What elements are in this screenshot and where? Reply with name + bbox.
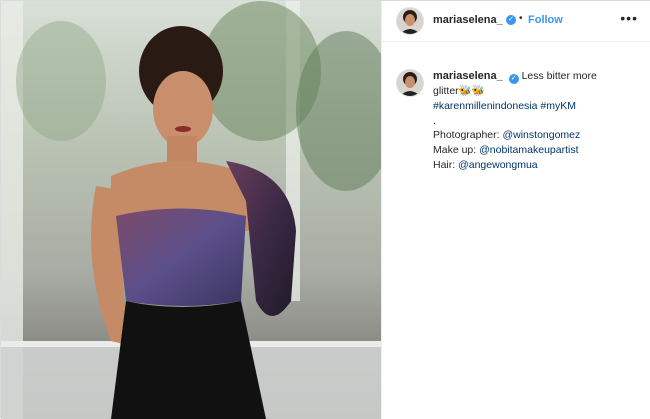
post-side-panel: mariaselena_ ✓ • Follow ••• mariaselena_…	[381, 1, 650, 419]
caption-text-line1: Less bitter more	[521, 70, 597, 82]
caption-first-line: mariaselena_ ✓ Less bitter more	[433, 69, 638, 84]
post-header: mariaselena_ ✓ • Follow •••	[382, 1, 650, 42]
makeup-label: Make up:	[433, 144, 477, 157]
avatar[interactable]	[396, 7, 424, 35]
follow-button[interactable]: Follow	[528, 14, 563, 26]
caption-avatar-image	[397, 70, 423, 96]
hair-handle-link[interactable]: @angewongmua	[458, 159, 538, 171]
separator-dot: •	[519, 13, 523, 24]
photographer-label: Photographer:	[433, 129, 500, 142]
caption-makeup-line: Make up: @nobitamakeupartist	[433, 143, 638, 158]
caption-hair-line: Hair: @angewongmua	[433, 158, 638, 173]
caption-photographer-line: Photographer: @winstongomez	[433, 128, 638, 143]
post-photo-illustration	[1, 1, 381, 419]
caption-dot-line: .	[433, 114, 436, 127]
instagram-post: mariaselena_ ✓ • Follow ••• mariaselena_…	[0, 0, 650, 419]
makeup-handle-link[interactable]: @nobitamakeupartist	[479, 144, 578, 156]
caption-username[interactable]: mariaselena_	[433, 70, 503, 82]
caption-text-line2: glitter🐝🐝	[433, 85, 485, 97]
post-photo[interactable]	[1, 1, 381, 419]
caption-avatar[interactable]	[396, 69, 424, 97]
verified-badge-icon: ✓	[506, 15, 516, 25]
avatar-image	[397, 8, 423, 34]
caption-text: mariaselena_ ✓ Less bitter more glitter🐝…	[433, 69, 638, 173]
more-options-icon[interactable]: •••	[620, 11, 638, 25]
header-username[interactable]: mariaselena_	[433, 14, 503, 26]
photographer-handle-link[interactable]: @winstongomez	[502, 129, 580, 141]
caption-hashtags[interactable]: #karenmillenindonesia #myKM	[433, 99, 638, 114]
caption-verified-badge-icon: ✓	[508, 74, 519, 84]
hair-label: Hair:	[433, 158, 456, 171]
